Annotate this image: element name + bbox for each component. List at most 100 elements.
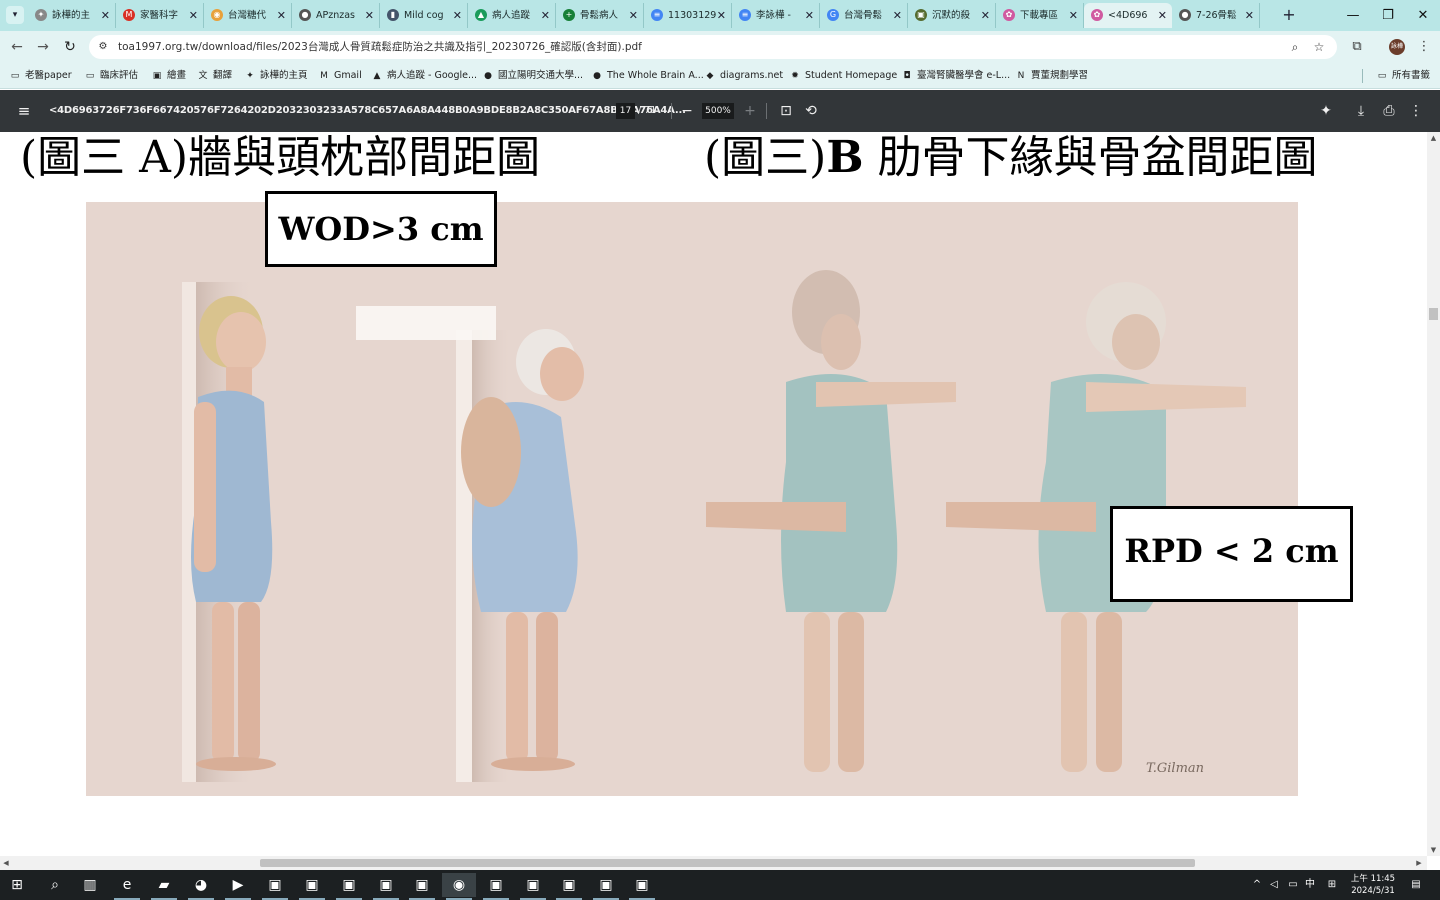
file-explorer-icon[interactable]: ▰: [147, 873, 181, 900]
close-window-icon[interactable]: ✕: [1406, 0, 1440, 31]
scroll-left-arrow-icon[interactable]: ◀: [0, 856, 12, 870]
edge-icon[interactable]: e: [110, 873, 144, 900]
app-icon[interactable]: ▣: [295, 873, 329, 900]
tab-close-icon[interactable]: ✕: [101, 3, 110, 28]
app-icon[interactable]: ▣: [589, 873, 623, 900]
app-icon[interactable]: ▣: [516, 873, 550, 900]
browser-tab[interactable]: ≡ 11303129 ✕: [644, 3, 732, 28]
address-bar[interactable]: ⚙ toa1997.org.tw/download/files/2023台灣成人…: [89, 35, 1337, 59]
app-icon[interactable]: ▣: [332, 873, 366, 900]
ai-sparkle-icon[interactable]: ✦: [1316, 101, 1336, 121]
tab-close-icon[interactable]: ✕: [277, 3, 286, 28]
browser-tab[interactable]: ● 7-26骨鬆 ✕: [1172, 3, 1260, 28]
tab-close-icon[interactable]: ✕: [1158, 3, 1167, 28]
tab-close-icon[interactable]: ✕: [1245, 3, 1254, 28]
bookmark-item[interactable]: ▭ 老醫paper: [9, 69, 72, 83]
zoom-magnifier-icon[interactable]: ⌕: [1286, 38, 1304, 56]
bookmark-item[interactable]: 文翻譯: [197, 69, 232, 83]
notification-icon[interactable]: ▤: [1406, 870, 1426, 900]
site-info-icon[interactable]: ⚙: [95, 39, 111, 55]
bookmark-item[interactable]: ◘ 臺灣腎臟醫學會 e-L...: [901, 69, 1010, 83]
all-bookmarks-button[interactable]: ▭ 所有書籤: [1376, 69, 1430, 83]
app-icon[interactable]: ▣: [405, 873, 439, 900]
ime-mode-icon[interactable]: ⊞: [1324, 870, 1340, 900]
vertical-scroll-thumb[interactable]: [1429, 308, 1438, 320]
scroll-right-arrow-icon[interactable]: ▶: [1413, 856, 1425, 870]
bookmark-item[interactable]: ✦ 詠樺的主頁: [244, 69, 307, 83]
profile-avatar[interactable]: 詠樺: [1389, 39, 1405, 55]
tab-close-icon[interactable]: ✕: [365, 3, 374, 28]
tab-close-icon[interactable]: ✕: [541, 3, 550, 28]
print-icon[interactable]: ⎙: [1379, 101, 1399, 121]
bookmark-item[interactable]: ● The Whole Brain A...: [591, 69, 704, 83]
download-icon[interactable]: ⤓: [1351, 101, 1371, 121]
browser-tab[interactable]: ✦ 詠樺的主 ✕: [28, 3, 116, 28]
browser-tab[interactable]: ≡ 李詠樺 - ✕: [732, 3, 820, 28]
bookmark-item[interactable]: ● 國立陽明交通大學...: [482, 69, 583, 83]
tray-chevron-icon[interactable]: ^: [1250, 870, 1264, 900]
page-number-input[interactable]: 17: [616, 103, 635, 119]
horizontal-scroll-thumb[interactable]: [260, 859, 1195, 867]
taskbar-clock[interactable]: 上午 11:45 2024/5/31: [1345, 873, 1401, 897]
bookmark-item[interactable]: ✹ Student Homepage: [789, 69, 897, 83]
scroll-down-arrow-icon[interactable]: ▼: [1427, 844, 1440, 856]
browser-tab[interactable]: ✿ 下載專區 ✕: [996, 3, 1084, 28]
app-icon[interactable]: ▣: [479, 873, 513, 900]
app-icon[interactable]: ▣: [258, 873, 292, 900]
reload-icon[interactable]: ↻: [60, 37, 80, 57]
ime-indicator[interactable]: 中: [1302, 870, 1318, 900]
bookmark-item[interactable]: ◆ diagrams.net: [704, 69, 784, 83]
bookmark-item[interactable]: ▣ 繪畫: [151, 69, 186, 83]
search-icon[interactable]: ⌕: [38, 873, 72, 897]
browser-tab[interactable]: M 家醫科字 ✕: [116, 3, 204, 28]
volume-icon[interactable]: ◁: [1266, 870, 1282, 900]
minimize-icon[interactable]: —: [1336, 0, 1370, 31]
pdf-viewport[interactable]: (圖三 A)牆與頭枕部間距圖 (圖三)B 肋骨下緣與骨盆間距圖 T.Gilman…: [0, 132, 1427, 856]
bookmark-star-icon[interactable]: ☆: [1310, 38, 1328, 56]
tab-close-icon[interactable]: ✕: [453, 3, 462, 28]
restore-icon[interactable]: ❐: [1371, 0, 1405, 31]
browser-tab[interactable]: G 台灣骨鬆 ✕: [820, 3, 908, 28]
browser-tab[interactable]: ✿ <4D696 ✕: [1084, 3, 1172, 28]
fit-page-icon[interactable]: ⊡: [776, 101, 796, 121]
copilot-icon[interactable]: ◕: [184, 873, 218, 900]
browser-tab[interactable]: ▲ 病人追蹤 ✕: [468, 3, 556, 28]
tab-close-icon[interactable]: ✕: [1069, 3, 1078, 28]
windows-start-icon[interactable]: ⊞: [0, 873, 34, 897]
browser-menu-icon[interactable]: ⋮: [1414, 37, 1434, 57]
bookmark-item[interactable]: N 賈董規劃學習: [1015, 69, 1088, 83]
vertical-scrollbar[interactable]: ▲ ▼: [1427, 132, 1440, 856]
tab-close-icon[interactable]: ✕: [189, 3, 198, 28]
zoom-level-input[interactable]: 500%: [702, 103, 734, 119]
scroll-up-arrow-icon[interactable]: ▲: [1427, 132, 1440, 144]
youtube-icon[interactable]: ▶: [221, 873, 255, 900]
pdf-menu-icon[interactable]: ≡: [14, 101, 34, 121]
tab-search-chevron-icon[interactable]: ▾: [6, 6, 24, 24]
horizontal-scrollbar[interactable]: ◀ ▶: [0, 856, 1427, 870]
chrome-icon[interactable]: ◉: [442, 873, 476, 900]
tab-close-icon[interactable]: ✕: [629, 3, 638, 28]
tab-close-icon[interactable]: ✕: [717, 3, 726, 28]
browser-tab[interactable]: ▮ Mild cog ✕: [380, 3, 468, 28]
back-arrow-icon[interactable]: ←: [7, 37, 27, 57]
app-icon[interactable]: ▣: [369, 873, 403, 900]
zoom-out-icon[interactable]: −: [677, 101, 697, 121]
tab-close-icon[interactable]: ✕: [981, 3, 990, 28]
browser-tab[interactable]: ▣ 沉默的殺 ✕: [908, 3, 996, 28]
tab-close-icon[interactable]: ✕: [805, 3, 814, 28]
bookmark-item[interactable]: M Gmail: [318, 69, 362, 83]
browser-tab[interactable]: ◉ 台灣糖代 ✕: [204, 3, 292, 28]
tab-close-icon[interactable]: ✕: [893, 3, 902, 28]
task-view-icon[interactable]: ▥: [73, 873, 107, 897]
bookmark-item[interactable]: ▲ 病人追蹤 - Google...: [371, 69, 478, 83]
more-options-icon[interactable]: ⋮: [1406, 101, 1426, 121]
bookmark-item[interactable]: ▭ 臨床評估: [84, 69, 138, 83]
new-tab-button[interactable]: +: [1280, 5, 1298, 25]
app-icon[interactable]: ▣: [625, 873, 659, 900]
network-icon[interactable]: ▭: [1285, 870, 1301, 900]
zoom-in-icon[interactable]: +: [740, 101, 760, 121]
url-text[interactable]: toa1997.org.tw/download/files/2023台灣成人骨質…: [118, 35, 642, 59]
browser-tab[interactable]: ● APznzas ✕: [292, 3, 380, 28]
app-icon[interactable]: ▣: [552, 873, 586, 900]
rotate-icon[interactable]: ⟲: [801, 101, 821, 121]
